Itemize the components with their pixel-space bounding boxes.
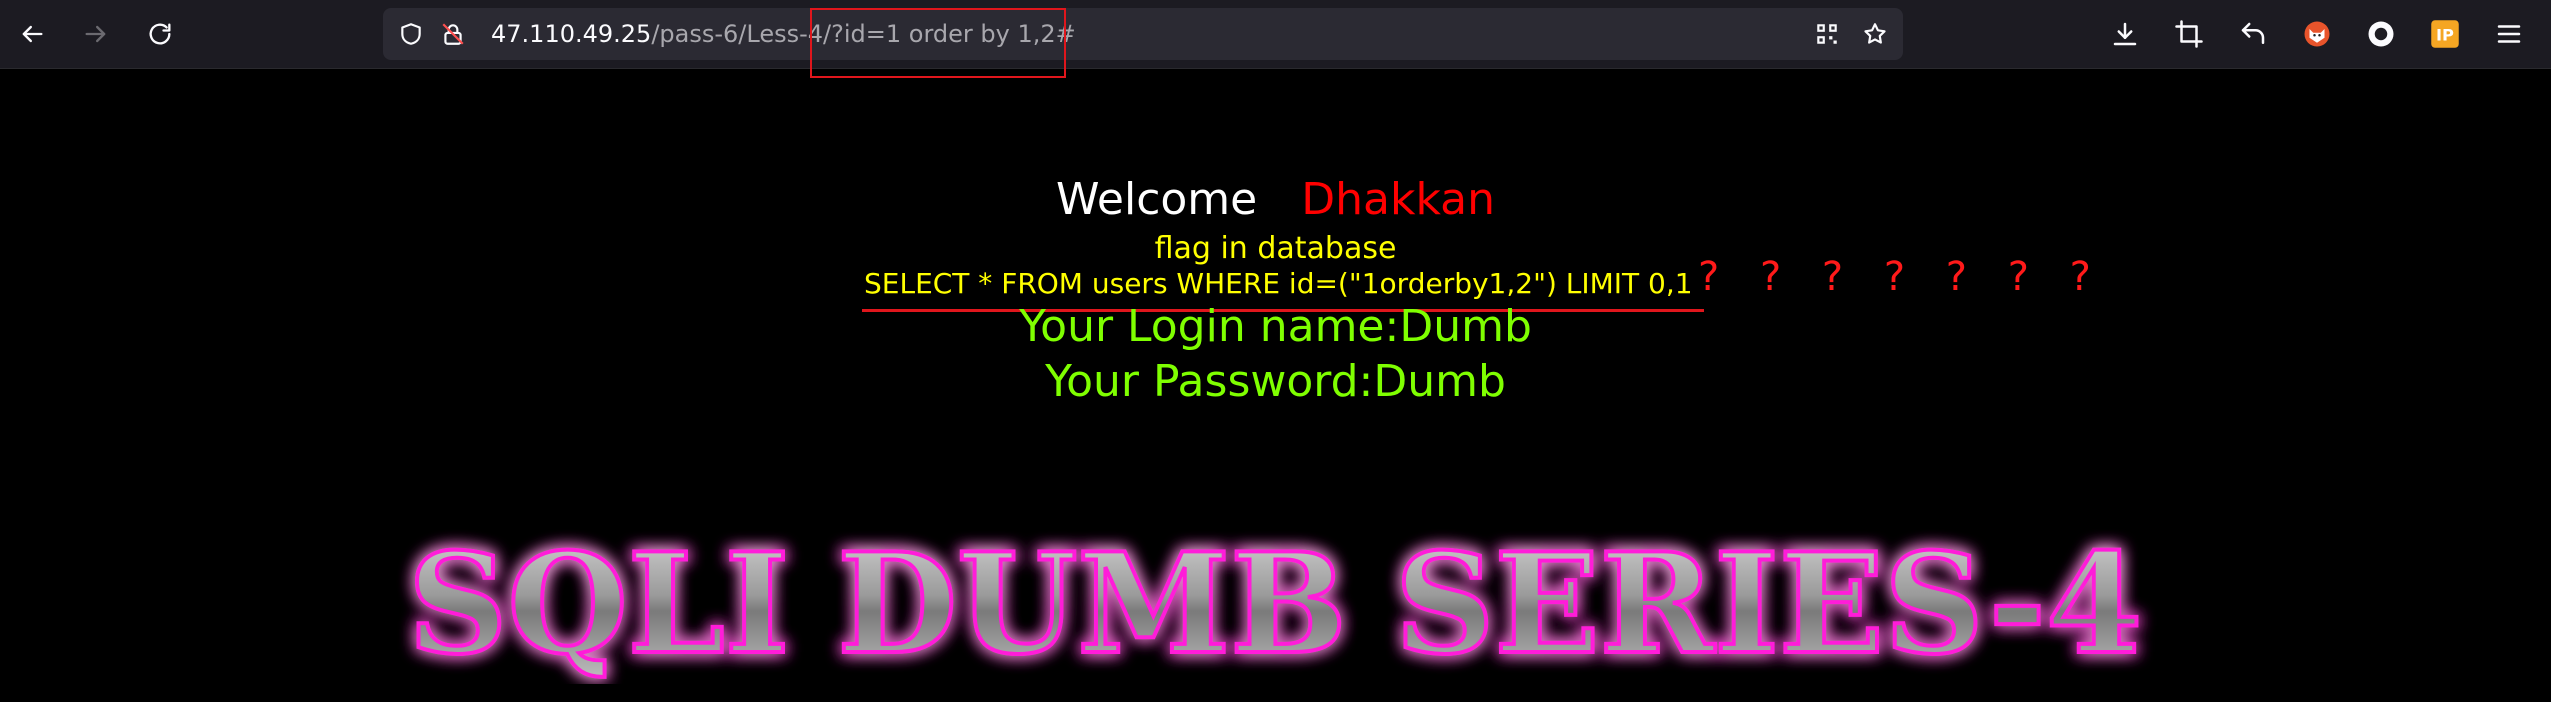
password-display: Your Password:Dumb	[1045, 356, 1506, 407]
screenshot-crop-icon[interactable]	[2171, 16, 2207, 52]
sql-query: SELECT * FROM users WHERE id=("1orderby1…	[864, 267, 1693, 300]
bookmark-star-icon[interactable]	[1861, 20, 1889, 48]
browser-toolbar: 47.110.49.25/pass-6/Less-4/?id=1 order b…	[0, 0, 2551, 78]
url-path: /pass-6/Less-4/	[651, 20, 832, 48]
qr-code-icon[interactable]	[1813, 20, 1841, 48]
welcome-text: Welcome	[1055, 174, 1258, 225]
url-host: 47.110.49.25	[491, 20, 652, 48]
menu-icon[interactable]	[2491, 16, 2527, 52]
ip-extension-icon[interactable]: IP	[2427, 16, 2463, 52]
undo-icon[interactable]	[2235, 16, 2271, 52]
shield-icon[interactable]	[397, 20, 425, 48]
question-marks-annotation: ? ? ? ? ? ? ?	[1698, 254, 2105, 300]
download-icon[interactable]	[2107, 16, 2143, 52]
address-bar[interactable]: 47.110.49.25/pass-6/Less-4/?id=1 order b…	[383, 8, 1903, 60]
url-query-highlight	[810, 8, 1066, 78]
login-name: Your Login name:Dumb	[1019, 301, 1532, 352]
welcome-line: Welcome Dhakkan	[0, 174, 2551, 225]
banner-title: SQLI DUMB SERIES-4	[408, 524, 2142, 684]
page-content: Welcome Dhakkan flag in database SELECT *…	[0, 69, 2551, 702]
insecure-lock-icon[interactable]	[439, 20, 467, 48]
username-display: Dhakkan	[1301, 174, 1496, 225]
flag-hint: flag in database	[1154, 231, 1397, 266]
back-arrow-icon[interactable]	[12, 14, 52, 54]
extension-fox-icon[interactable]	[2299, 16, 2335, 52]
forward-arrow-icon[interactable]	[76, 14, 116, 54]
sqli-banner-logo: SQLI DUMB SERIES-4	[406, 524, 2144, 684]
record-icon[interactable]	[2363, 16, 2399, 52]
reload-icon[interactable]	[140, 14, 180, 54]
ip-badge-text: IP	[2436, 25, 2454, 44]
